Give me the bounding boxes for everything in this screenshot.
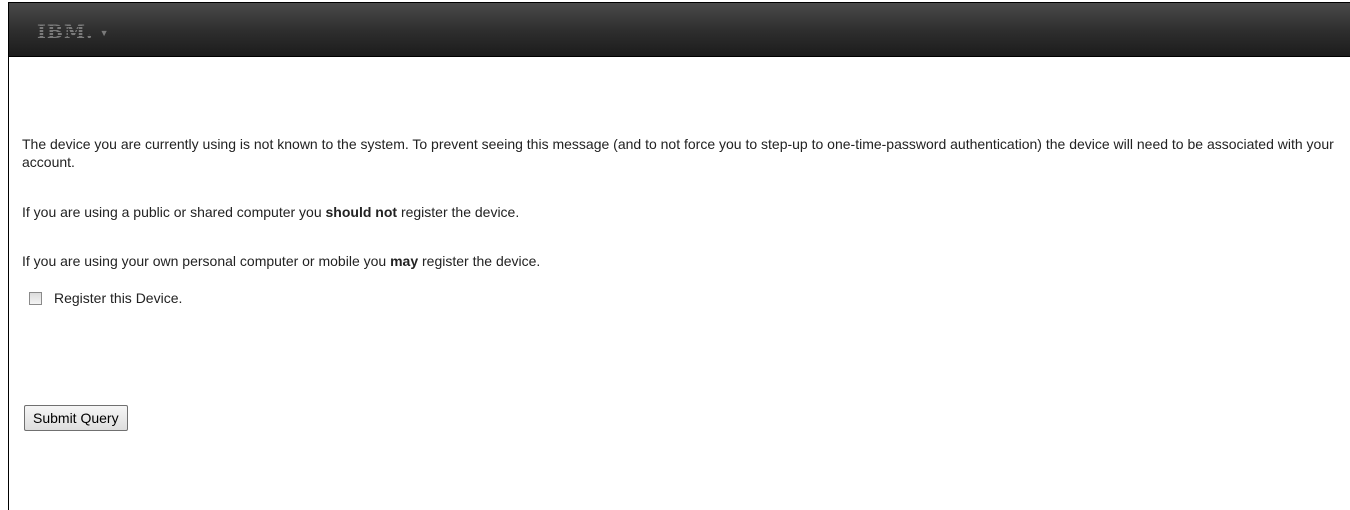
register-device-row[interactable]: Register this Device.: [29, 290, 182, 306]
may-emphasis: may: [390, 253, 419, 269]
shared-computer-text-start: If you are using a public or shared comp…: [22, 204, 326, 220]
shared-computer-paragraph: If you are using a public or shared comp…: [22, 203, 519, 221]
register-device-checkbox[interactable]: [29, 291, 42, 305]
ibm-logo: IBM.: [37, 21, 94, 43]
personal-computer-text-end: register the device.: [418, 253, 541, 269]
device-unknown-paragraph: The device you are currently using is no…: [22, 136, 1334, 170]
should-not-emphasis: should not: [325, 204, 398, 220]
top-navigation-bar: IBM. ▼: [9, 3, 1350, 57]
personal-computer-paragraph: If you are using your own personal compu…: [22, 252, 540, 270]
register-device-label[interactable]: Register this Device.: [54, 290, 182, 306]
chevron-down-icon: ▼: [99, 28, 109, 38]
personal-computer-text-start: If you are using your own personal compu…: [22, 253, 391, 269]
submit-query-button[interactable]: Submit Query: [24, 405, 128, 431]
shared-computer-text-end: register the device.: [397, 204, 520, 220]
ibm-logo-menu[interactable]: IBM. ▼: [37, 21, 109, 43]
